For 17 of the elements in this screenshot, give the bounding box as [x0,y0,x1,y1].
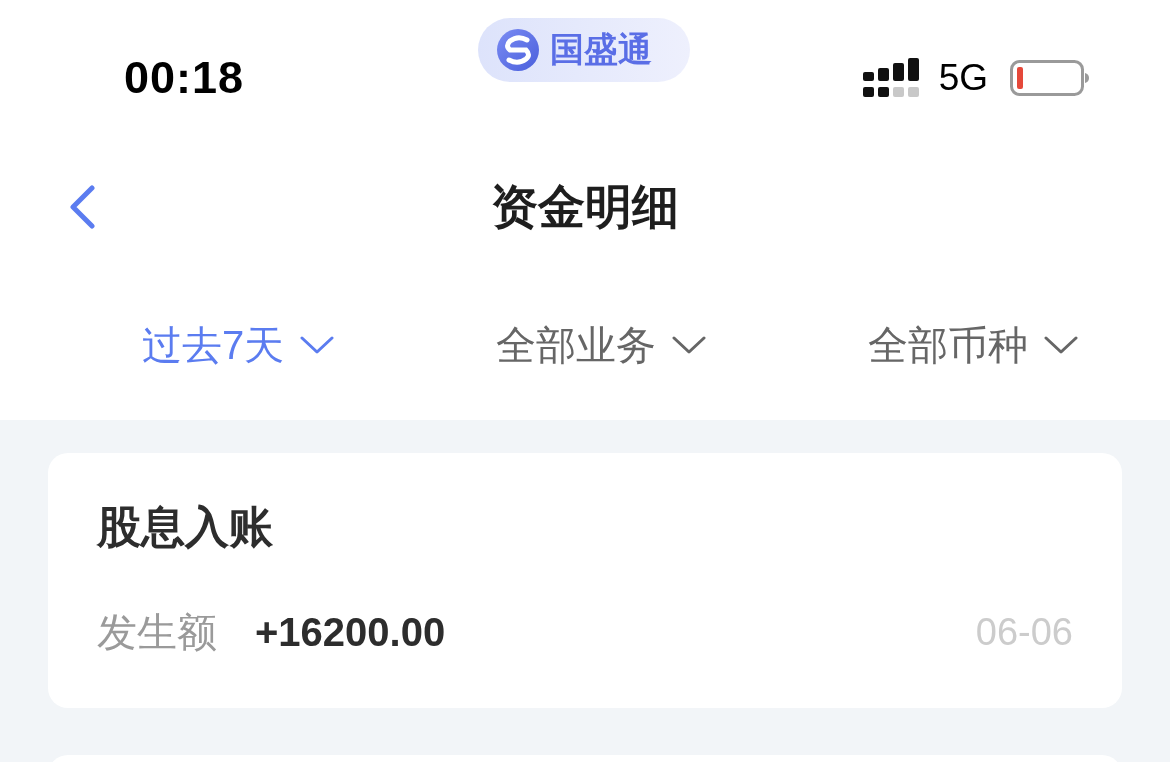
chevron-left-icon [68,185,96,229]
chevron-down-icon [1044,335,1078,355]
filter-dropdown[interactable]: 过去7天 [142,317,335,373]
network-type: 5G [938,57,988,99]
page-title: 资金明细 [491,178,679,235]
swirl-logo-icon [496,28,540,72]
record-title: 股息入账 [97,501,274,553]
battery-icon [1010,60,1090,96]
signal-icon [862,58,920,98]
chevron-down-icon [300,335,335,355]
status-time: 00:18 [124,52,245,104]
filter-dropdown[interactable]: 全部币种 [868,317,1078,373]
filter-dropdown[interactable]: 全部业务 [496,317,707,373]
amount-label: 发生额 [97,609,217,656]
amount-value: +16200.00 [255,609,446,656]
chevron-down-icon [672,335,707,355]
logo-text: 国盛通 [550,29,652,70]
